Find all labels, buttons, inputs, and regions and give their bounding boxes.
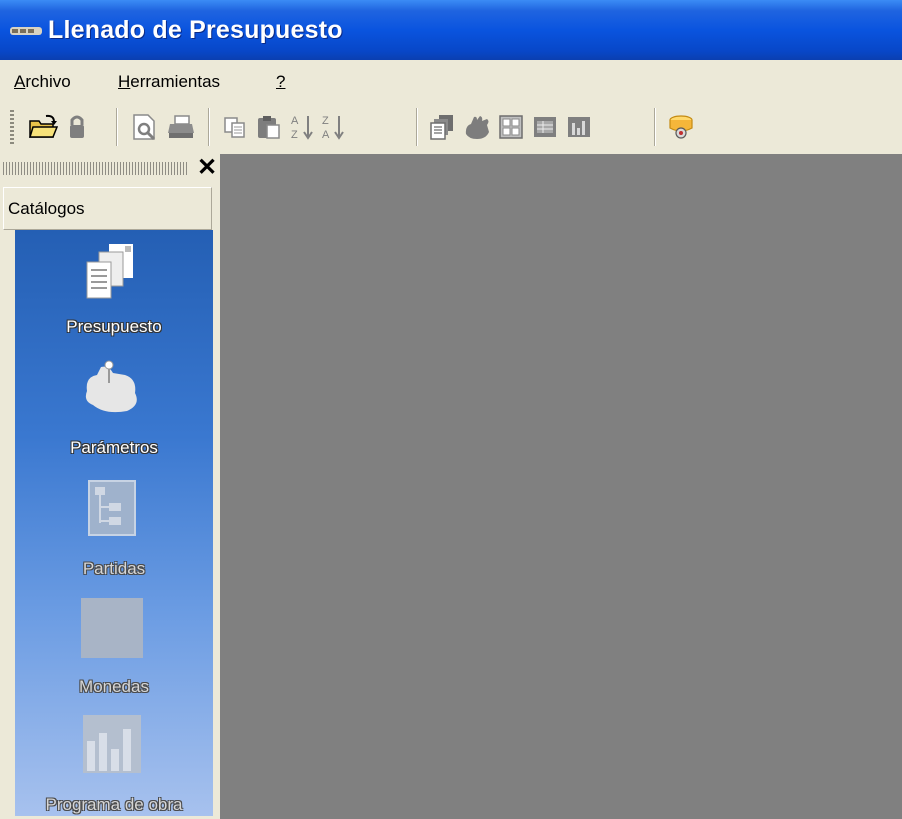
database-settings-icon [669, 115, 693, 139]
print-button[interactable] [164, 108, 198, 146]
chart-button[interactable] [562, 108, 596, 146]
close-icon: ✕ [197, 154, 218, 181]
catalog-item-presupuesto[interactable]: Presupuesto [15, 230, 213, 347]
mdi-client-area [220, 154, 902, 819]
catalog-list: Presupuesto Parámetros Partidas Monedas [15, 230, 213, 819]
toolbar-separator [208, 108, 210, 146]
toolbar-separator [654, 108, 656, 146]
title-bar: Llenado de Presupuesto [0, 0, 902, 60]
print-preview-button[interactable] [128, 108, 162, 146]
catalog-item-label: Monedas [79, 677, 149, 696]
menu-herramientas[interactable]: Herramientas [118, 72, 220, 92]
paste-button[interactable] [252, 108, 286, 146]
panel-close-button[interactable]: ✕ [197, 153, 217, 182]
view-table-button[interactable] [528, 108, 562, 146]
catalog-item-label: Presupuesto [66, 317, 162, 336]
app-icon [10, 27, 42, 35]
menu-help-accesskey: ? [276, 72, 286, 91]
menu-archivo-label: rchivo [25, 72, 71, 91]
catalog-item-parametros[interactable]: Parámetros [15, 347, 213, 467]
catalog-item-partidas[interactable]: Partidas [15, 467, 213, 587]
toolbar-grip[interactable] [10, 110, 14, 144]
grid-view-icon [499, 115, 523, 139]
catalog-item-label: Programa de obra [45, 795, 183, 814]
catalog-item-label: Partidas [82, 559, 146, 578]
copy-button[interactable] [218, 108, 252, 146]
database-settings-button[interactable] [664, 108, 698, 146]
hand-icon [465, 116, 489, 139]
documents-icon [86, 244, 133, 299]
menu-herramientas-accesskey: H [118, 72, 131, 91]
menu-archivo[interactable]: Archivo [14, 72, 71, 92]
catalog-header-button[interactable]: Catálogos [3, 187, 212, 230]
sort-ascending-icon: A Z [291, 115, 313, 141]
coins-icon [81, 598, 143, 658]
catalog-item-programa-de-obra[interactable]: Programa de obra [15, 707, 213, 819]
window-title: Llenado de Presupuesto [48, 16, 343, 44]
open-folder-button[interactable] [26, 108, 60, 146]
hand-tool-button[interactable] [460, 108, 494, 146]
catalog-item-label: Parámetros [70, 438, 158, 457]
report-button[interactable] [426, 108, 460, 146]
paste-icon [258, 116, 280, 139]
open-folder-icon [28, 114, 58, 138]
sort-descending-button[interactable]: Z A [316, 108, 350, 146]
lock-icon [70, 115, 84, 138]
panel-drag-grip[interactable] [3, 162, 187, 175]
view-grid-button[interactable] [494, 108, 528, 146]
menu-help[interactable]: ? [276, 72, 285, 92]
svg-text:A: A [322, 129, 330, 141]
table-view-icon [534, 117, 556, 137]
print-preview-icon [133, 114, 156, 141]
sort-ascending-button[interactable]: A Z [285, 108, 319, 146]
schedule-chart-icon [83, 715, 141, 773]
svg-text:A: A [291, 115, 299, 127]
printer-icon [168, 115, 194, 138]
report-icon [430, 115, 453, 140]
svg-text:Z: Z [322, 115, 329, 127]
menu-archivo-accesskey: A [14, 72, 26, 91]
toolbar-separator [116, 108, 118, 146]
menu-herramientas-label: erramientas [130, 72, 221, 91]
catalog-item-monedas[interactable]: Monedas [15, 587, 213, 707]
toolbar-separator [416, 108, 418, 146]
sort-descending-icon: Z A [322, 115, 344, 141]
toolbar [0, 98, 706, 154]
copy-icon [224, 117, 245, 138]
svg-text:Z: Z [291, 129, 298, 141]
lock-button[interactable] [60, 108, 94, 146]
catalog-header-label: Catálogos [8, 199, 85, 218]
tree-icon [88, 480, 136, 536]
chart-icon [568, 117, 590, 137]
menu-bar: Archivo Herramientas ? [0, 60, 902, 98]
map-pin-icon [85, 360, 137, 413]
